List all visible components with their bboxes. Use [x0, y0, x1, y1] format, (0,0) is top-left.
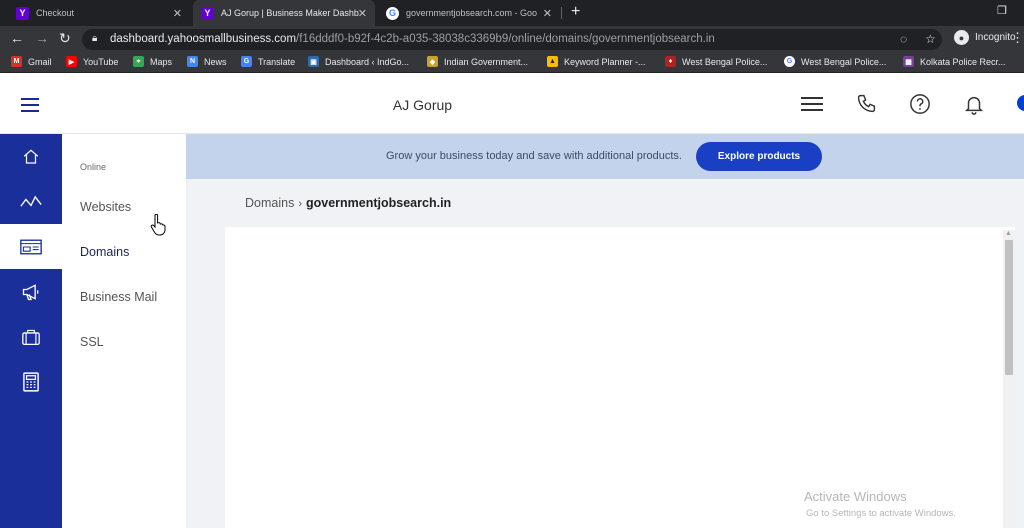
- icon-rail: [0, 134, 62, 528]
- close-icon[interactable]: ✕: [543, 7, 552, 20]
- url-text: dashboard.yahoosmallbusiness.com/f16dddf…: [110, 33, 715, 45]
- sidebar-item-business-mail[interactable]: Business Mail: [80, 290, 157, 304]
- scrollbar[interactable]: ▲: [1003, 230, 1015, 528]
- sidebar-item-domains[interactable]: Domains: [80, 245, 129, 259]
- grid-icon: ▦: [903, 56, 914, 67]
- tab-title: governmentjobsearch.com - Goo: [406, 8, 538, 18]
- sidebar-item-ssl[interactable]: SSL: [80, 335, 104, 349]
- browser-toolbar: ← → ↻ 🔒︎ dashboard.yahoosmallbusiness.co…: [0, 26, 1024, 53]
- bookmark-maps[interactable]: ⌖ Maps: [133, 56, 172, 67]
- help-icon[interactable]: [909, 93, 931, 115]
- google-icon: G: [784, 56, 795, 67]
- bookmark-youtube[interactable]: ▶ YouTube: [66, 56, 118, 67]
- bookmark-kolkata-police[interactable]: ▦ Kolkata Police Recr...: [903, 56, 1006, 67]
- rail-item-business[interactable]: [0, 314, 62, 359]
- bookmark-gmail[interactable]: M Gmail: [11, 56, 52, 67]
- analytics-icon: [20, 195, 42, 207]
- windows-activation-title: Activate Windows: [804, 489, 907, 504]
- reload-icon[interactable]: ↻: [59, 30, 71, 47]
- promo-text: Grow your business today and save with a…: [386, 150, 682, 162]
- megaphone-icon: [22, 283, 39, 300]
- bookmark-indian-government[interactable]: ◈ Indian Government...: [427, 56, 528, 67]
- eye-off-icon[interactable]: ◌: [900, 32, 907, 46]
- bell-icon[interactable]: [963, 93, 985, 115]
- close-icon[interactable]: ✕: [173, 7, 182, 20]
- incognito-label: Incognito: [975, 32, 1016, 43]
- maps-icon: ⌖: [133, 56, 144, 67]
- restore-window-icon[interactable]: ❐: [997, 4, 1007, 17]
- app-header: AJ Gorup: [0, 73, 1024, 134]
- lock-icon: 🔒︎: [92, 33, 98, 44]
- tab-divider: [561, 7, 562, 19]
- bookmarks-bar: M Gmail ▶ YouTube ⌖ Maps N News G Translate ▣…: [0, 53, 1024, 73]
- yahoo-icon: Y: [16, 6, 29, 20]
- calculator-icon: [23, 371, 39, 392]
- sidebar-group-label: Online: [80, 162, 107, 172]
- tab-dashboard[interactable]: Y AJ Gorup | Business Maker Dashb ✕: [193, 0, 375, 26]
- sidebar-item-websites[interactable]: Websites: [80, 200, 131, 214]
- bookmark-news[interactable]: N News: [187, 56, 227, 67]
- section-sidebar: Online Websites Domains Business Mail SS…: [62, 134, 186, 528]
- promo-banner: Grow your business today and save with a…: [186, 134, 1024, 179]
- phone-icon[interactable]: [856, 93, 877, 114]
- bookmark-translate[interactable]: G Translate: [241, 56, 295, 67]
- star-icon[interactable]: ☆: [925, 32, 936, 46]
- incognito-icon: ●: [954, 30, 969, 45]
- tab-checkout[interactable]: Y Checkout ✕: [8, 0, 190, 26]
- rail-item-billing[interactable]: [0, 359, 62, 404]
- tab-google[interactable]: G governmentjobsearch.com - Goo ✕: [378, 0, 560, 26]
- home-icon: [23, 148, 39, 164]
- google-icon: G: [386, 6, 399, 20]
- rail-item-online[interactable]: [0, 224, 62, 269]
- tab-title: AJ Gorup | Business Maker Dashb: [221, 8, 359, 18]
- breadcrumb-current: governmentjobsearch.in: [306, 196, 452, 210]
- yahoo-icon: Y: [201, 6, 214, 20]
- chrome-menu-icon[interactable]: ⋮: [1011, 30, 1024, 46]
- domain-details-panel: [225, 227, 1015, 528]
- scrollbar-thumb[interactable]: [1005, 240, 1013, 375]
- close-icon[interactable]: ✕: [358, 7, 367, 20]
- explore-products-button[interactable]: Explore products: [696, 142, 822, 171]
- bookmark-west-bengal-police-2[interactable]: G West Bengal Police...: [784, 56, 886, 67]
- breadcrumb: Domains › governmentjobsearch.in: [245, 196, 451, 210]
- tab-title: Checkout: [36, 8, 75, 18]
- translate-icon: G: [241, 56, 252, 67]
- emblem-icon: ◈: [427, 56, 438, 67]
- browser-tab-strip: Y Checkout ✕ Y AJ Gorup | Business Maker…: [0, 0, 1024, 26]
- incognito-indicator[interactable]: ● Incognito: [954, 30, 1016, 45]
- business-name: AJ Gorup: [392, 97, 453, 113]
- site-icon: ▣: [308, 56, 319, 67]
- bookmark-dashboard[interactable]: ▣ Dashboard ‹ IndGo...: [308, 56, 409, 67]
- youtube-icon: ▶: [66, 56, 77, 67]
- rail-item-insights[interactable]: [0, 179, 62, 224]
- address-bar[interactable]: 🔒︎ dashboard.yahoosmallbusiness.com/f16d…: [82, 29, 942, 50]
- website-icon: [20, 239, 42, 254]
- breadcrumb-separator: ›: [298, 198, 302, 210]
- avatar[interactable]: [1017, 95, 1024, 111]
- gmail-icon: M: [11, 56, 22, 67]
- news-icon: N: [187, 56, 198, 67]
- bookmark-west-bengal-police-1[interactable]: ♦ West Bengal Police...: [665, 56, 767, 67]
- breadcrumb-domains-link[interactable]: Domains: [245, 196, 294, 210]
- back-icon[interactable]: ←: [10, 30, 24, 46]
- rail-item-marketing[interactable]: [0, 269, 62, 314]
- rail-item-home[interactable]: [0, 134, 62, 179]
- briefcase-icon: [22, 329, 40, 345]
- list-icon[interactable]: [801, 97, 823, 115]
- hand-cursor-icon: [150, 214, 166, 236]
- scroll-up-icon[interactable]: ▲: [1005, 230, 1012, 237]
- google-ads-icon: ▲: [547, 56, 558, 67]
- bookmark-keyword-planner[interactable]: ▲ Keyword Planner -...: [547, 56, 646, 67]
- new-tab-icon[interactable]: +: [571, 3, 580, 21]
- forward-icon[interactable]: →: [35, 30, 49, 46]
- windows-activation-subtitle: Go to Settings to activate Windows.: [806, 508, 956, 519]
- police-badge-icon: ♦: [665, 56, 676, 67]
